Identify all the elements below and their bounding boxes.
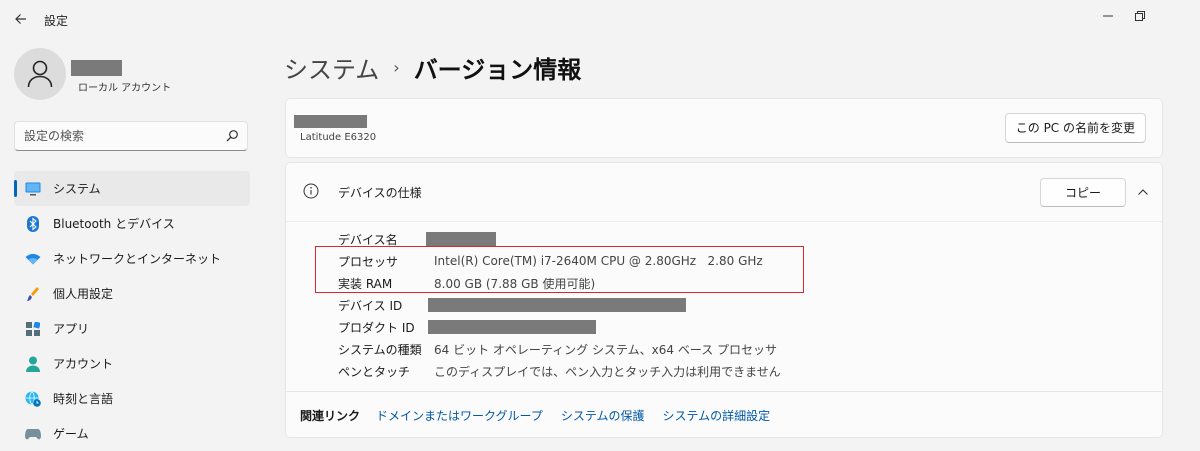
copy-button[interactable]: コピー: [1040, 178, 1126, 207]
spec-label: 実装 RAM: [338, 276, 393, 291]
sidebar-item-personalization[interactable]: 個人用設定: [14, 276, 250, 311]
related-links-card: 関連リンク ドメインまたはワークグループ システムの保護 システムの詳細設定: [285, 392, 1163, 438]
product-id-value-redacted: [428, 320, 596, 334]
account-type: ローカル アカウント: [78, 83, 172, 94]
link-domain-workgroup[interactable]: ドメインまたはワークグループ: [376, 407, 543, 424]
wifi-icon: [25, 251, 41, 267]
specs-header[interactable]: デバイスの仕様 コピー: [286, 163, 1162, 222]
rename-pc-button[interactable]: この PC の名前を変更: [1004, 113, 1146, 143]
spec-value[interactable]: このディスプレイでは、ペン入力とタッチ入力は利用できません: [434, 363, 781, 380]
minimize-icon: [1103, 15, 1113, 17]
sidebar-item-accounts[interactable]: アカウント: [14, 346, 250, 381]
bluetooth-icon: [25, 215, 41, 232]
breadcrumb: システム › バージョン情報: [284, 50, 581, 85]
spec-label: ペンとタッチ: [338, 364, 411, 379]
globe-clock-icon: [25, 390, 41, 407]
sidebar-item-gaming[interactable]: ゲーム: [14, 416, 250, 451]
title-bar: 設定: [0, 0, 1200, 40]
device-id-value-redacted: [428, 298, 686, 312]
device-card: Latitude E6320 この PC の名前を変更: [285, 98, 1163, 158]
link-advanced-system-settings[interactable]: システムの詳細設定: [662, 407, 770, 424]
link-system-protection[interactable]: システムの保護: [561, 407, 645, 424]
breadcrumb-parent[interactable]: システム: [284, 50, 379, 85]
sidebar-item-time-language[interactable]: 時刻と言語: [14, 381, 250, 416]
minimize-button[interactable]: [1094, 6, 1122, 28]
device-model: Latitude E6320: [300, 132, 377, 143]
sidebar-item-label: アプリ: [53, 322, 90, 336]
spec-row-pen-touch: ペンとタッチ このディスプレイでは、ペン入力とタッチ入力は利用できません: [338, 361, 781, 381]
spec-value[interactable]: 64 ビット オペレーティング システム、x64 ベース プロセッサ: [434, 341, 777, 358]
person-icon: [25, 356, 41, 372]
sidebar-item-bluetooth[interactable]: Bluetooth とデバイス: [14, 206, 250, 241]
specs-title: デバイスの仕様: [338, 186, 422, 200]
sidebar-item-system[interactable]: システム: [14, 171, 250, 206]
avatar: [14, 48, 66, 100]
sidebar-item-label: 時刻と言語: [53, 392, 114, 406]
sidebar-item-label: Bluetooth とデバイス: [53, 217, 175, 231]
spec-row-system-type: システムの種類 64 ビット オペレーティング システム、x64 ベース プロセ…: [338, 339, 777, 359]
spec-value[interactable]: 8.00 GB (7.88 GB 使用可能): [434, 275, 595, 292]
chevron-up-icon: [1138, 189, 1148, 195]
apps-icon: [25, 321, 41, 337]
spec-label: デバイス名: [338, 232, 398, 247]
spec-label: プロセッサ: [338, 254, 399, 269]
spec-value[interactable]: Intel(R) Core(TM) i7-2640M CPU @ 2.80GHz…: [434, 254, 763, 268]
app-title: 設定: [44, 14, 69, 28]
monitor-icon: [25, 181, 41, 197]
back-arrow-icon: [15, 14, 26, 24]
search-icon[interactable]: [225, 129, 239, 143]
sidebar-item-label: システム: [53, 182, 101, 196]
spec-row-processor: プロセッサ Intel(R) Core(TM) i7-2640M CPU @ 2…: [338, 251, 763, 271]
back-button[interactable]: [10, 9, 32, 31]
spec-row-ram: 実装 RAM 8.00 GB (7.88 GB 使用可能): [338, 273, 595, 293]
device-name-value-redacted: [426, 232, 496, 246]
info-icon: [303, 183, 319, 199]
sidebar-item-label: ネットワークとインターネット: [53, 252, 222, 266]
search-input[interactable]: [24, 127, 214, 145]
device-specs-card: デバイスの仕様 コピー デバイス名 プロセッサ Intel(R) Core(TM…: [285, 162, 1163, 392]
gamepad-icon: [25, 426, 41, 442]
username-redacted: [71, 60, 122, 76]
spec-row-device-id: デバイス ID: [338, 295, 686, 315]
person-avatar-icon: [27, 60, 53, 88]
spec-row-device-name: デバイス名: [338, 229, 496, 249]
spec-label: デバイス ID: [338, 298, 403, 313]
restore-icon: [1135, 11, 1145, 21]
sidebar-item-label: アカウント: [53, 357, 114, 371]
collapse-button[interactable]: [1134, 183, 1152, 201]
spec-label: プロダクト ID: [338, 320, 415, 335]
spec-row-product-id: プロダクト ID: [338, 317, 596, 337]
sidebar-item-label: 個人用設定: [53, 287, 114, 301]
sidebar-nav: システム Bluetooth とデバイス ネットワークとインターネット 個人用設…: [14, 171, 250, 451]
breadcrumb-separator: ›: [393, 58, 400, 77]
page-title: バージョン情報: [413, 56, 582, 84]
paintbrush-icon: [25, 286, 41, 302]
related-links-row: 関連リンク ドメインまたはワークグループ システムの保護 システムの詳細設定: [300, 407, 788, 424]
spec-label: システムの種類: [338, 342, 422, 357]
restore-button[interactable]: [1126, 6, 1154, 28]
search-box[interactable]: [14, 121, 248, 151]
device-name-redacted: [294, 115, 367, 128]
sidebar-item-network[interactable]: ネットワークとインターネット: [14, 241, 250, 276]
sidebar-item-apps[interactable]: アプリ: [14, 311, 250, 346]
sidebar-item-label: ゲーム: [53, 427, 89, 441]
related-links-title: 関連リンク: [300, 409, 361, 423]
